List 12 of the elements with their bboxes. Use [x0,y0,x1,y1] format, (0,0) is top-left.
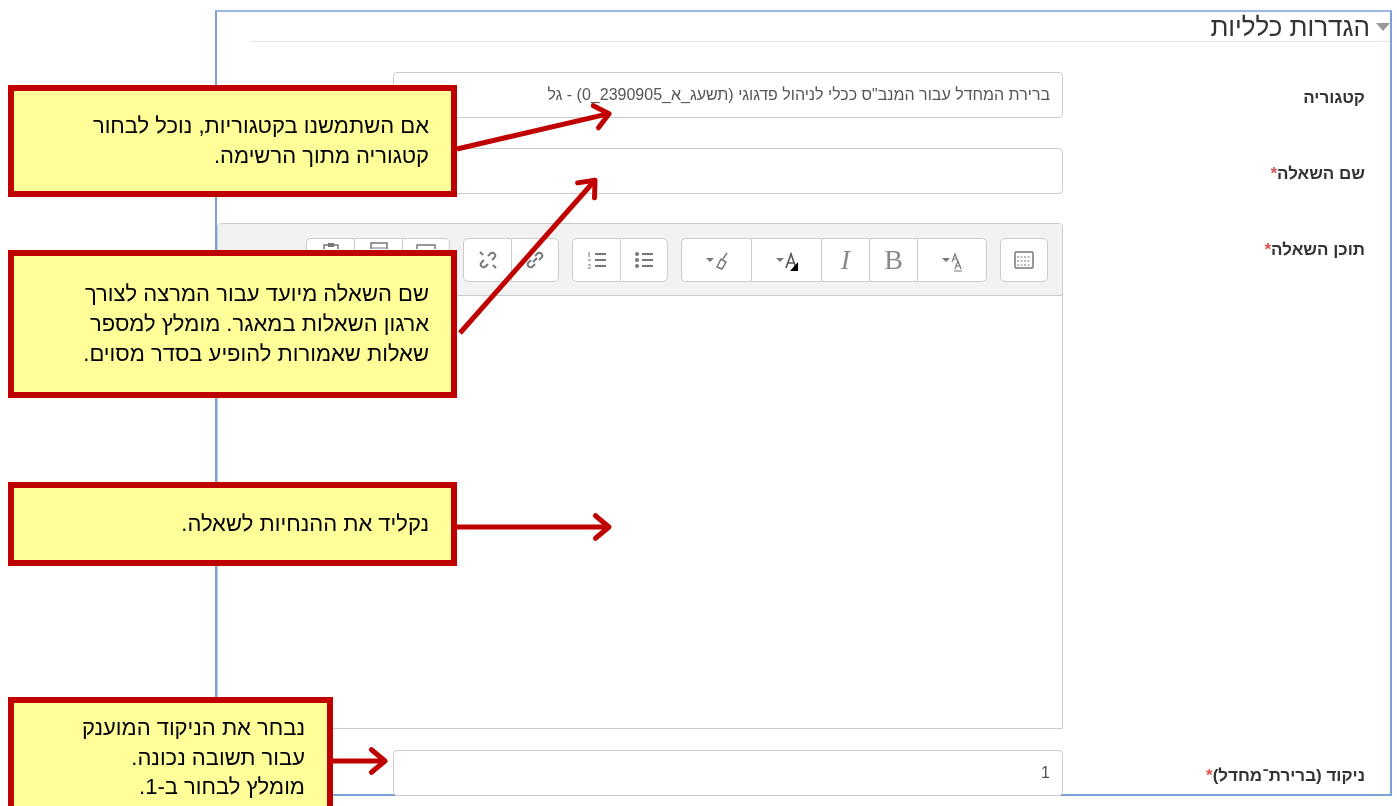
annotation-tooltip: אם השתמשנו בקטגוריות, נוכל לבחור קטגוריה מתוך הרשימה. [8,85,457,197]
field-label: קטגוריה [1302,87,1366,109]
section-title: הגדרות כלליות [1210,11,1370,42]
field-label: תוכן השאלה [1271,240,1365,259]
required-mark: * [1206,766,1213,785]
required-mark: * [1270,164,1278,183]
annotation-tooltip: נבחר את הניקוד המוענק עבור תשובה נכונה. מומלץ לבחור ב-1. [8,697,333,806]
required-mark: * [1264,240,1272,259]
annotation-tooltip: נקליד את ההנחיות לשאלה. [8,482,457,566]
annotation-tooltip: שם השאלה מיועד עבור המרצה לצורך ארגון השאלות במאגר. מומלץ למספר שאלות שאמורות להופיע בסדר מסוים. [8,250,457,398]
field-label: ניקוד (ברירת־מחדל) [1212,766,1365,785]
field-label: שם השאלה [1277,164,1365,183]
